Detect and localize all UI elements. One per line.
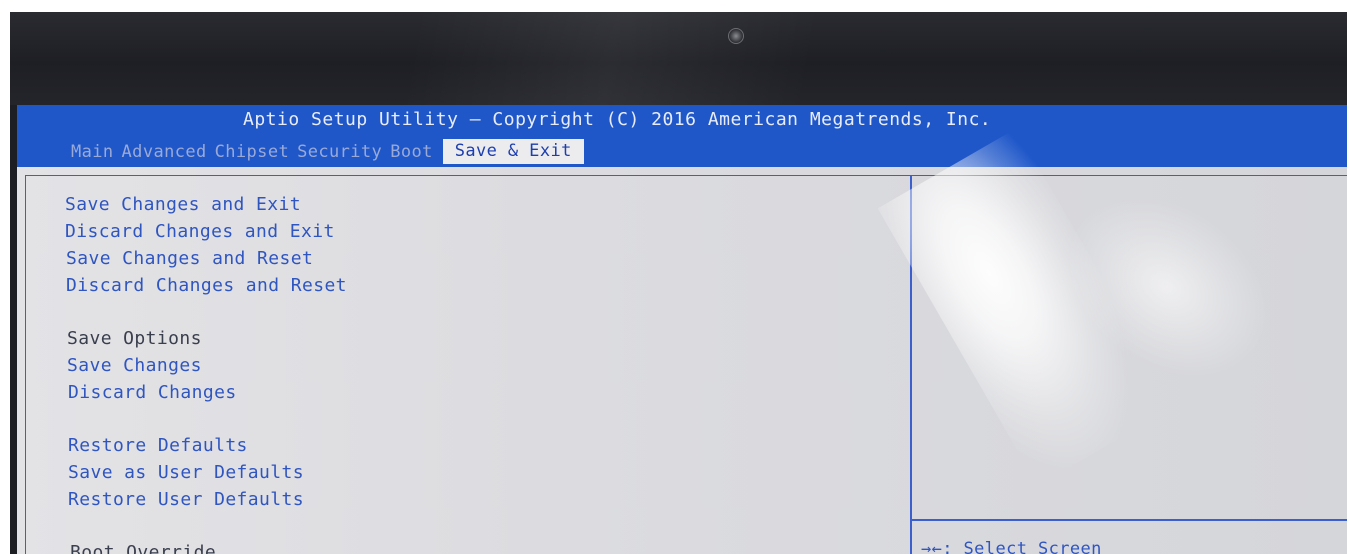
tab-advanced[interactable]: Advanced [122, 142, 215, 164]
tab-chipset[interactable]: Chipset [215, 142, 297, 164]
menu-item-restore-defaults[interactable]: Restore Defaults [68, 435, 248, 456]
bios-screen: Aptio Setup Utility – Copyright (C) 2016… [17, 105, 1347, 554]
menu-item-save-changes[interactable]: Save Changes [67, 355, 202, 376]
help-divider [912, 519, 1347, 521]
webcam-icon [728, 28, 744, 44]
tab-bar: Main Advanced Chipset Security Boot Save… [71, 138, 584, 164]
window-title: Aptio Setup Utility – Copyright (C) 2016… [243, 109, 992, 130]
menu-item-discard-changes[interactable]: Discard Changes [68, 382, 237, 403]
tab-save-exit[interactable]: Save & Exit [442, 139, 584, 164]
menu-item-discard-changes-and-exit[interactable]: Discard Changes and Exit [65, 221, 335, 242]
section-header-save-options: Save Options [67, 328, 202, 349]
tab-main[interactable]: Main [71, 142, 122, 164]
help-select-screen: →←: Select Screen [921, 539, 1102, 554]
title-bar: Aptio Setup Utility – Copyright (C) 2016… [17, 105, 1347, 167]
menu-item-save-changes-and-exit[interactable]: Save Changes and Exit [65, 194, 301, 215]
photo-frame: Aptio Setup Utility – Copyright (C) 2016… [10, 12, 1347, 554]
section-header-boot-override: Boot Override [70, 542, 217, 554]
bezel-reflection [10, 12, 1347, 105]
tab-security[interactable]: Security [297, 142, 390, 164]
menu-item-save-as-user-defaults[interactable]: Save as User Defaults [68, 462, 304, 483]
menu-item-discard-changes-and-reset[interactable]: Discard Changes and Reset [66, 275, 347, 296]
menu-item-restore-user-defaults[interactable]: Restore User Defaults [68, 489, 304, 510]
menu-item-save-changes-and-reset[interactable]: Save Changes and Reset [66, 248, 313, 269]
panel-border-left [25, 175, 26, 554]
tab-boot[interactable]: Boot [390, 142, 441, 164]
main-panel: Save Changes and Exit Discard Changes an… [17, 128, 1347, 554]
